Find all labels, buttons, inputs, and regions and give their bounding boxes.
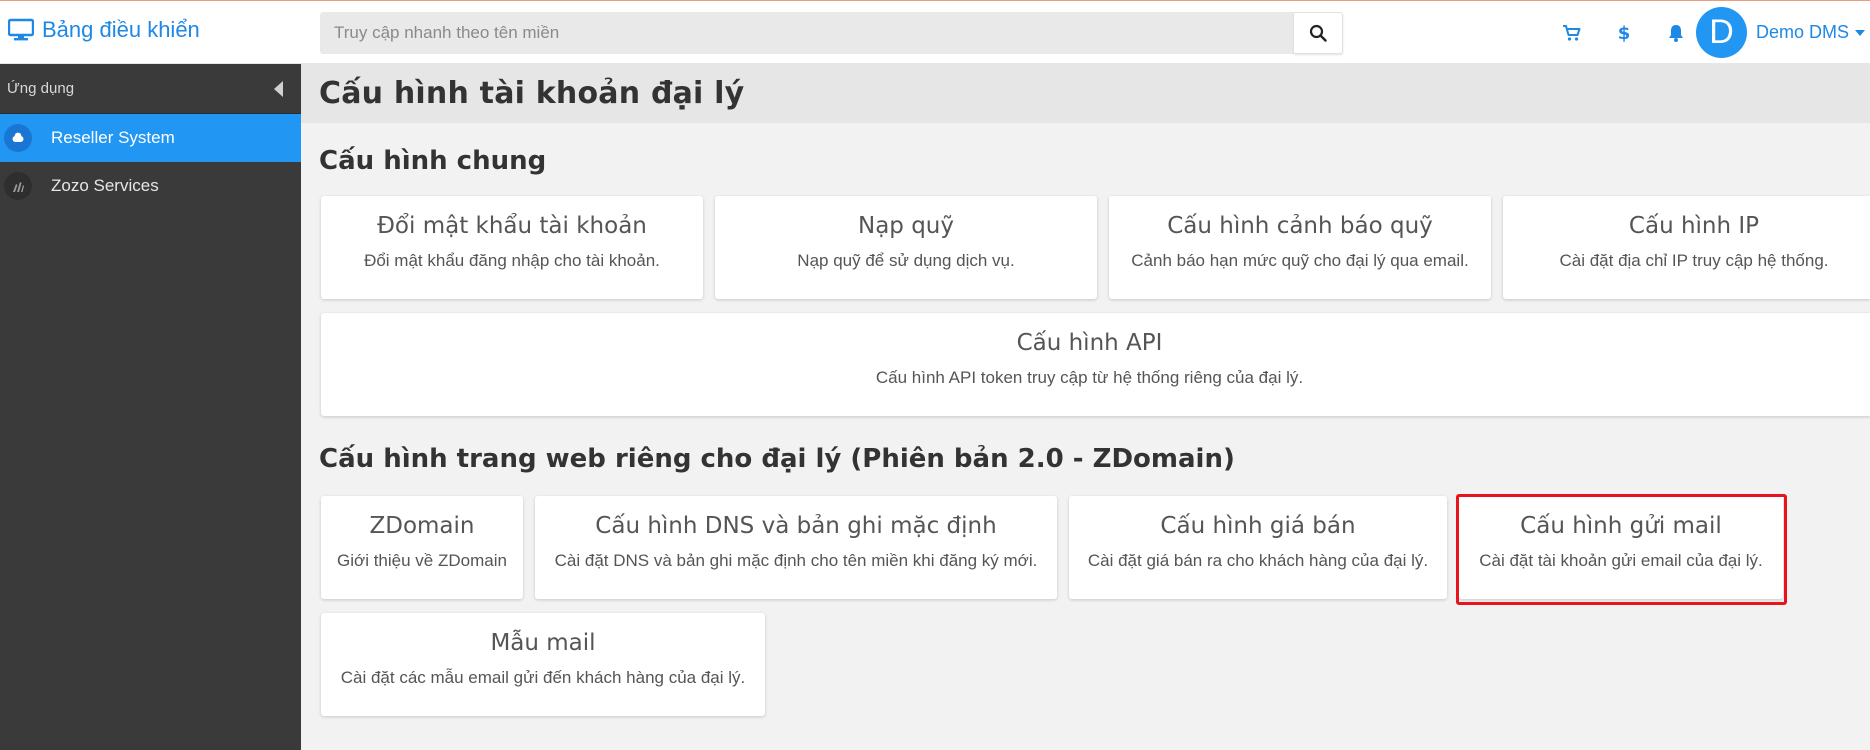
pricing-config-card[interactable]: Cấu hình giá bán Cài đặt giá bán ra cho … <box>1069 496 1447 599</box>
search-icon <box>1309 24 1327 42</box>
card-title: Cấu hình DNS và bản ghi mặc định <box>595 513 997 539</box>
card-description: Đổi mật khẩu đăng nhập cho tài khoản. <box>364 251 660 270</box>
monitor-icon <box>8 18 34 41</box>
sidebar-item-label: Zozo Services <box>51 176 159 195</box>
card-description: Cài đặt các mẫu email gửi đến khách hàng… <box>340 668 746 687</box>
cart-button[interactable] <box>1546 19 1598 47</box>
card-title: Cấu hình gửi mail <box>1520 513 1722 539</box>
dashboard-link[interactable]: Bảng điều khiển <box>8 17 200 43</box>
card-description: Cài đặt DNS và bản ghi mặc định cho tên … <box>554 551 1038 570</box>
collapse-sidebar-icon[interactable] <box>274 80 283 97</box>
card-title: Cấu hình cảnh báo quỹ <box>1167 213 1433 239</box>
funds-button[interactable]: $ <box>1598 19 1650 47</box>
card-title: Cấu hình giá bán <box>1160 513 1356 539</box>
card-title: Cấu hình API <box>1016 330 1163 356</box>
card-description: Cài đặt địa chỉ IP truy cập hệ thống. <box>1559 251 1829 270</box>
dns-default-records-card[interactable]: Cấu hình DNS và bản ghi mặc định Cài đặt… <box>535 496 1057 599</box>
change-password-card[interactable]: Đổi mật khẩu tài khoản Đổi mật khẩu đăng… <box>321 196 703 299</box>
notifications-button[interactable] <box>1650 19 1702 47</box>
dashboard-label: Bảng điều khiển <box>42 17 200 42</box>
search-input[interactable] <box>320 12 1294 54</box>
page-header: Cấu hình tài khoản đại lý <box>301 64 1870 123</box>
card-title: Cấu hình IP <box>1628 213 1760 239</box>
fund-alert-card[interactable]: Cấu hình cảnh báo quỹ Cảnh báo hạn mức q… <box>1109 196 1491 299</box>
general-section-title: Cấu hình chung <box>319 146 547 176</box>
card-title: Nạp quỹ <box>858 213 954 239</box>
page-title: Cấu hình tài khoản đại lý <box>319 76 745 111</box>
card-description: Cài đặt tài khoản gửi email của đại lý. <box>1479 551 1763 570</box>
zozo-logo-icon <box>4 172 32 200</box>
card-description: Nạp quỹ để sử dụng dịch vụ. <box>797 251 1015 270</box>
avatar[interactable]: D <box>1696 7 1747 58</box>
zdomain-card[interactable]: ZDomain Giới thiệu về ZDomain <box>321 496 523 599</box>
sidebar-section-label: Ứng dụng <box>7 80 75 97</box>
mail-templates-card[interactable]: Mẫu mail Cài đặt các mẫu email gửi đến k… <box>321 613 765 716</box>
card-title: ZDomain <box>369 513 475 539</box>
sidebar-item-reseller-system[interactable]: Reseller System <box>0 114 301 162</box>
card-description: Giới thiệu về ZDomain <box>337 551 507 570</box>
sidebar: Ứng dụng Reseller System Zozo Services <box>0 64 301 750</box>
mail-sending-config-card[interactable]: Cấu hình gửi mail Cài đặt tài khoản gửi … <box>1459 496 1783 599</box>
bell-icon <box>1669 25 1683 42</box>
deposit-funds-card[interactable]: Nạp quỹ Nạp quỹ để sử dụng dịch vụ. <box>715 196 1097 299</box>
user-name: Demo DMS <box>1756 22 1850 42</box>
sidebar-item-label: Reseller System <box>51 128 175 147</box>
ip-config-card[interactable]: Cấu hình IP Cài đặt địa chỉ IP truy cập … <box>1503 196 1870 299</box>
card-description: Cảnh báo hạn mức quỹ cho đại lý qua emai… <box>1131 251 1469 270</box>
quick-search <box>320 12 1343 54</box>
top-bar: Bảng điều khiển $ <box>0 0 1870 64</box>
chevron-down-icon <box>1855 29 1866 36</box>
cloud-icon <box>4 124 32 152</box>
main-content: Cấu hình tài khoản đại lý Cấu hình chung… <box>301 64 1870 750</box>
sidebar-item-zozo-services[interactable]: Zozo Services <box>0 162 301 210</box>
cart-icon <box>1563 25 1581 41</box>
dollar-icon: $ <box>1618 23 1631 43</box>
search-button[interactable] <box>1294 12 1343 54</box>
card-title: Đổi mật khẩu tài khoản <box>377 213 647 239</box>
api-config-card[interactable]: Cấu hình API Cấu hình API token truy cập… <box>321 313 1870 416</box>
website-section-title: Cấu hình trang web riêng cho đại lý (Phi… <box>319 444 1235 474</box>
user-menu[interactable]: Demo DMS <box>1756 22 1866 43</box>
sidebar-header: Ứng dụng <box>0 64 301 114</box>
top-actions: $ <box>1546 19 1702 47</box>
card-title: Mẫu mail <box>490 630 596 656</box>
card-description: Cấu hình API token truy cập từ hệ thống … <box>875 368 1304 387</box>
card-description: Cài đặt giá bán ra cho khách hàng của đạ… <box>1087 551 1429 570</box>
svg-text:$: $ <box>1618 23 1631 43</box>
